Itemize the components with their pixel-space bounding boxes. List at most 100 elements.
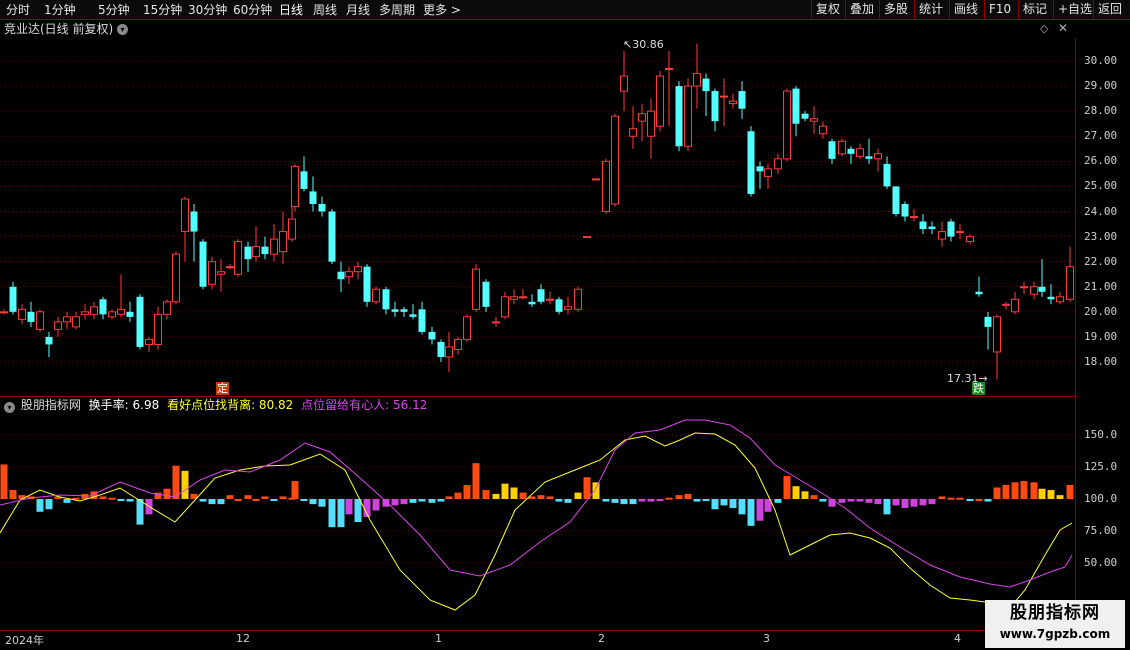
candle-body: [318, 203, 326, 212]
candle-body: [208, 261, 216, 285]
time-label-2: 2: [598, 632, 605, 645]
high-price-annotation: ↖30.86: [623, 38, 664, 51]
candle-body: [54, 321, 62, 330]
turnover-bar: [847, 499, 855, 502]
turnover-bar: [492, 493, 500, 499]
candle-body: [300, 171, 308, 189]
kline-chart[interactable]: [0, 0, 1075, 630]
turnover-bar: [409, 499, 417, 503]
turnover-bar: [45, 499, 53, 510]
candle-body: [774, 158, 782, 170]
candle-body: [463, 316, 471, 340]
candle-body: [9, 286, 17, 312]
turnover-bar: [163, 488, 171, 499]
candle-body: [819, 125, 827, 135]
price-tick-label: 30.00: [1084, 54, 1118, 67]
candle-body: [108, 311, 116, 318]
turnover-bar: [445, 496, 453, 499]
turnover-bar: [99, 496, 107, 499]
back-button[interactable]: 返回: [1093, 0, 1126, 19]
turnover-bar: [656, 499, 664, 501]
candle-body: [792, 88, 800, 124]
candle-body: [574, 288, 582, 310]
candle-body: [472, 268, 480, 310]
candle-body: [117, 308, 125, 315]
ding-marker: 定: [216, 382, 229, 395]
candle-body: [154, 313, 162, 345]
candle-body: [400, 309, 408, 312]
price-tick-label: 21.00: [1084, 279, 1118, 293]
turnover-bar: [510, 487, 518, 499]
turnover-bar: [874, 499, 882, 505]
turnover-bar: [261, 496, 269, 499]
turnover-bar: [665, 497, 673, 500]
turnover-bar: [428, 499, 436, 503]
turnover-bar: [1066, 484, 1074, 499]
candle-body: [828, 141, 836, 159]
candle-body: [510, 296, 518, 300]
candle-body: [190, 211, 198, 232]
candle-body: [1030, 286, 1038, 295]
turnover-bar: [482, 490, 490, 499]
turnover-bar: [702, 499, 710, 501]
turnover-bar: [592, 482, 600, 499]
candle-body: [693, 73, 701, 87]
candle-body: [0, 311, 8, 314]
indicator-tick-label: 125.0: [1084, 460, 1118, 473]
price-tick-label: 29.00: [1084, 79, 1118, 93]
candle-body: [81, 311, 89, 315]
turnover-bar: [172, 465, 180, 499]
turnover-bar: [217, 499, 225, 505]
price-tick-label: 23.00: [1084, 229, 1118, 243]
turnover-bar: [620, 499, 628, 505]
candle-body: [810, 118, 818, 122]
candle-body: [445, 346, 453, 358]
candle-body: [537, 289, 545, 302]
candle-body: [638, 113, 646, 122]
watermark: 股朋指标网 www.7gpzb.com: [985, 600, 1125, 648]
turnover-bar: [437, 499, 445, 502]
turnover-bar: [865, 499, 873, 503]
turnover-bar: [81, 493, 89, 499]
turnover-bar: [1030, 482, 1038, 499]
turnover-bar: [819, 499, 827, 502]
turnover-bar: [828, 499, 836, 507]
candle-body: [372, 288, 380, 303]
candle-body: [865, 156, 873, 159]
turnover-bar: [226, 495, 234, 499]
candle-body: [391, 309, 399, 312]
turnover-bar: [675, 495, 683, 499]
turnover-bar: [36, 499, 44, 512]
candle-body: [345, 271, 353, 278]
candle-body: [783, 90, 791, 160]
turnover-bar: [647, 499, 655, 502]
turnover-bar: [537, 495, 545, 499]
candle-body: [966, 236, 974, 243]
turnover-bar: [354, 499, 362, 523]
turnover-bar: [382, 499, 390, 507]
candle-body: [592, 178, 600, 181]
candle-body: [234, 241, 242, 275]
price-tick-label: 22.00: [1084, 254, 1118, 268]
turnover-bar: [892, 499, 900, 506]
turnover-bar: [638, 499, 646, 502]
price-tick-label: 20.00: [1084, 304, 1118, 318]
turnover-bar: [1038, 488, 1046, 499]
turnover-bar: [947, 497, 955, 500]
turnover-bar: [108, 497, 116, 500]
price-tick-label: 25.00: [1084, 179, 1118, 193]
turnover-bar: [919, 499, 927, 506]
candle-body: [482, 281, 490, 307]
turnover-bar: [279, 496, 287, 499]
candle-body: [910, 216, 918, 219]
candle-body: [492, 321, 500, 324]
candle-body: [172, 253, 180, 303]
turnover-bar: [9, 490, 17, 499]
high-price-value: 30.86: [632, 38, 664, 51]
watermark-url: www.7gpzb.com: [999, 627, 1111, 641]
turnover-bar: [181, 470, 189, 499]
turnover-bar: [838, 499, 846, 503]
turnover-bar: [693, 499, 701, 502]
turnover-bar: [1002, 484, 1010, 499]
candle-body: [720, 95, 728, 98]
